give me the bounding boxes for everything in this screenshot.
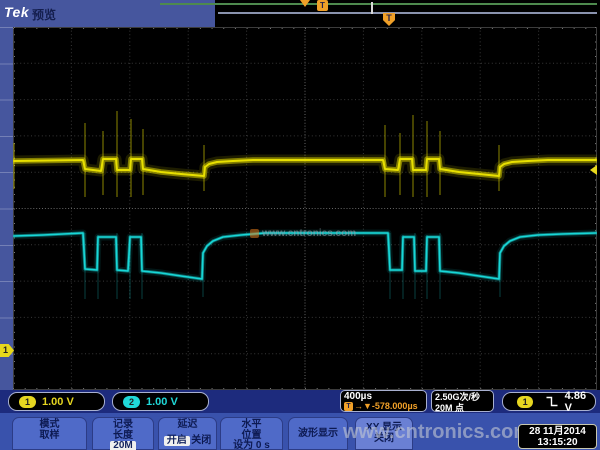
- menu-horizontal-position-button[interactable]: 水平 位置 设为 0 s: [220, 417, 283, 450]
- trigger-level: 4.86 V: [565, 390, 595, 414]
- ch2-scale-readout[interactable]: 2 1.00 V: [112, 392, 209, 411]
- menu-delay-button[interactable]: 延迟 开启 关闭: [158, 417, 217, 450]
- trigger-position-flag[interactable]: T: [383, 13, 395, 26]
- trigger-readout[interactable]: 1 4.86 V: [502, 392, 596, 411]
- status-bar: 1 1.00 V 2 1.00 V 400µs T →▼-578.000µs 2…: [0, 390, 600, 413]
- scope-screen: Tek 预览 T T 1 www.cntronics.com 1 1.00 V …: [0, 0, 600, 450]
- ch1-badge: 1: [19, 396, 36, 408]
- delay-off-option[interactable]: 关闭: [191, 436, 211, 447]
- record-window-line: [218, 12, 597, 14]
- acquisition-status-label: 预览: [32, 6, 56, 23]
- watermark-bottom: www.cntronics.com: [343, 421, 531, 444]
- expansion-point-icon: [300, 0, 310, 7]
- waveform-traces: [13, 27, 597, 390]
- delay-on-option[interactable]: 开启: [164, 436, 190, 447]
- watermark-mid: www.cntronics.com: [250, 228, 356, 239]
- left-scale-strip: [0, 27, 13, 390]
- graticule: www.cntronics.com: [13, 27, 597, 390]
- horizontal-delay: →▼-578.000µs: [354, 402, 418, 411]
- time-label: 13:15:20: [519, 437, 596, 448]
- acquisition-readout[interactable]: 2.50G次/秒 20M 点: [431, 390, 494, 412]
- ch1-scale-readout[interactable]: 1 1.00 V: [8, 392, 105, 411]
- falling-edge-icon: [546, 396, 557, 407]
- menu-record-length-button[interactable]: 记录 长度 20M: [92, 417, 154, 450]
- record-length-value: 20M: [110, 441, 135, 450]
- trigger-source-badge: 1: [517, 396, 533, 408]
- horizontal-readout[interactable]: 400µs T →▼-578.000µs: [340, 390, 427, 412]
- ch2-badge: 2: [123, 396, 140, 408]
- menu-mode-sample-button[interactable]: 模式 取样: [12, 417, 87, 450]
- menu-waveform-display-button[interactable]: 波形显示: [288, 417, 348, 450]
- datetime-display: 28 11月2014 13:15:20: [518, 424, 597, 449]
- date-label: 28 11月2014: [519, 426, 596, 437]
- trigger-t-icon: T: [344, 402, 353, 411]
- record-window-bracket: [371, 2, 373, 14]
- record-trigger-badge: T: [317, 0, 328, 11]
- record-points: 20M 点: [435, 403, 490, 413]
- tek-logo: Tek: [4, 4, 29, 20]
- sample-rate: 2.50G次/秒: [435, 392, 490, 402]
- watermark-logo-icon: [250, 229, 259, 238]
- record-view-line: [160, 3, 597, 5]
